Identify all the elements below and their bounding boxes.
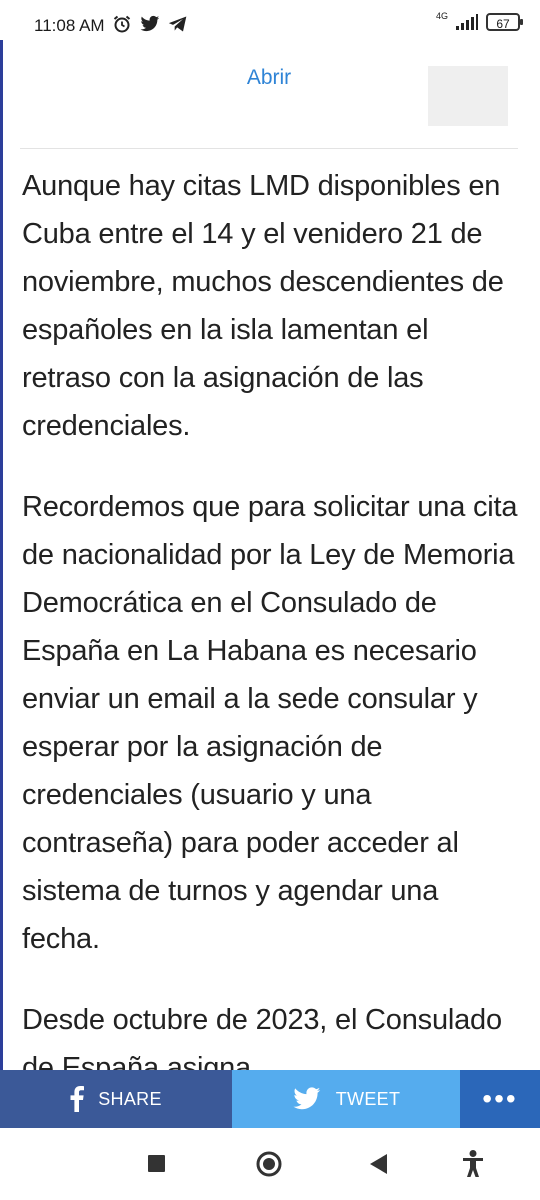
article-body: Aunque hay citas LMD disponibles en Cuba… bbox=[22, 162, 522, 1125]
home-icon[interactable] bbox=[255, 1150, 283, 1178]
facebook-share-label: SHARE bbox=[98, 1088, 162, 1109]
page-edge-rule bbox=[0, 40, 3, 1170]
more-dots-icon: ••• bbox=[482, 1083, 518, 1114]
system-icons: 4G 67 bbox=[435, 11, 523, 31]
telegram-icon bbox=[168, 16, 187, 32]
back-icon[interactable] bbox=[370, 1154, 387, 1174]
twitter-bird-icon bbox=[293, 1087, 321, 1110]
share-bar: SHARE TWEET ••• bbox=[0, 1070, 540, 1128]
article-header: Abrir bbox=[20, 52, 518, 149]
article-paragraph: Recordemos que para solicitar una cita d… bbox=[22, 491, 518, 955]
more-share-button[interactable]: ••• bbox=[460, 1070, 540, 1128]
article-paragraph: Aunque hay citas LMD disponibles en Cuba… bbox=[22, 170, 504, 442]
battery-icon: 67 bbox=[486, 13, 523, 31]
status-bar: 11:08 AM 4G 67 bbox=[0, 0, 540, 52]
status-time: 11:08 AM bbox=[34, 16, 105, 35]
facebook-icon bbox=[70, 1086, 85, 1112]
twitter-share-button[interactable]: TWEET bbox=[232, 1070, 460, 1128]
network-type: 4G bbox=[435, 11, 448, 21]
watermark-logo-icon bbox=[428, 66, 508, 126]
stop-icon[interactable] bbox=[148, 1155, 165, 1172]
signal-icon bbox=[456, 14, 478, 30]
system-nav-bar bbox=[0, 1128, 540, 1200]
battery-level: 67 bbox=[496, 17, 510, 31]
notification-icons bbox=[112, 14, 188, 34]
alarm-icon bbox=[113, 15, 131, 33]
twitter-icon bbox=[140, 15, 160, 32]
accessibility-icon[interactable] bbox=[462, 1150, 484, 1178]
twitter-share-label: TWEET bbox=[335, 1088, 401, 1109]
facebook-share-button[interactable]: SHARE bbox=[0, 1070, 232, 1128]
